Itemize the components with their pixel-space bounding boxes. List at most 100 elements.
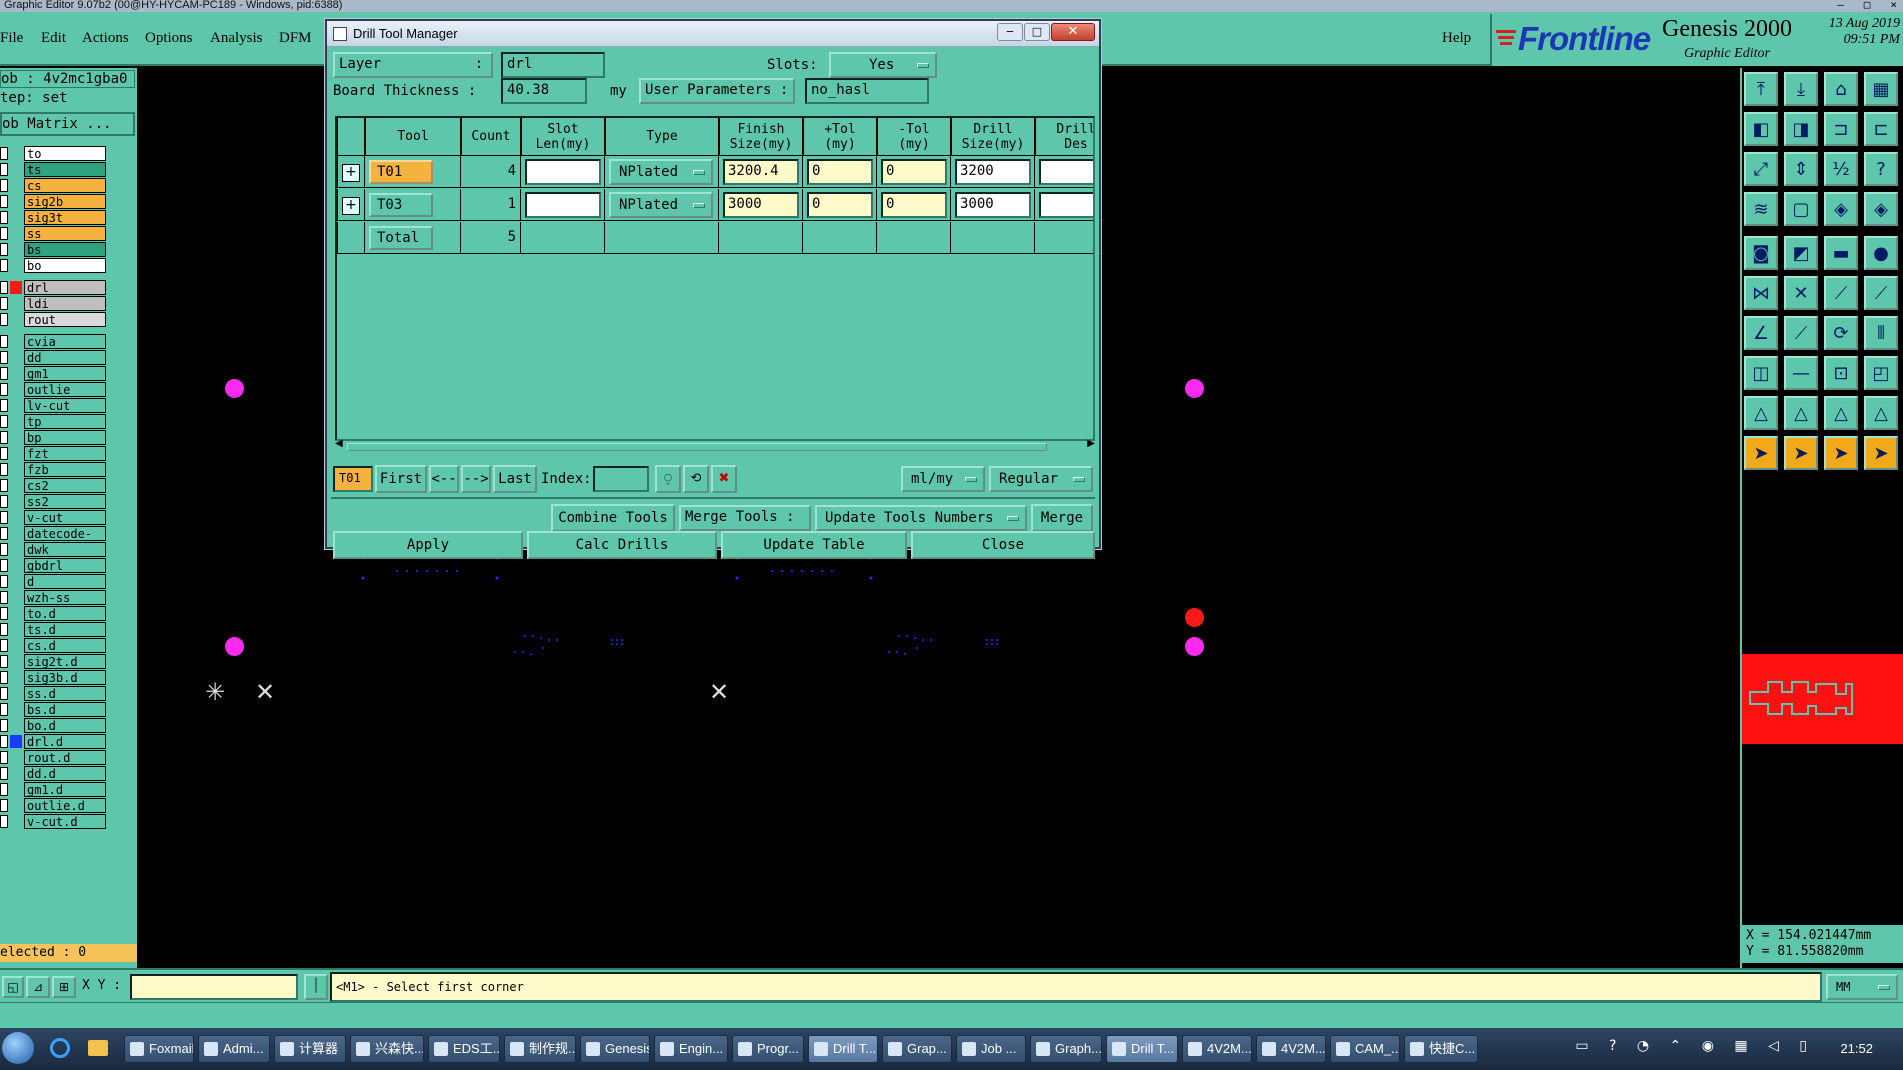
arc-icon[interactable]: ⟋: [1824, 276, 1858, 310]
taskbar-item[interactable]: Drill T...: [1106, 1035, 1178, 1063]
layer-row[interactable]: datecode-ss: [0, 526, 108, 555]
calc-drills-button[interactable]: Calc Drills: [527, 531, 717, 559]
taskbar-item[interactable]: 4V2M...: [1256, 1035, 1326, 1063]
last-button[interactable]: Last: [493, 465, 537, 493]
prev-button[interactable]: <--: [429, 465, 459, 493]
layer-checkbox[interactable]: [0, 367, 8, 380]
layer-row[interactable]: v-cut.d: [0, 814, 108, 829]
layer-checkbox[interactable]: [0, 783, 8, 796]
layer-field[interactable]: drl: [501, 52, 605, 78]
layer-row[interactable]: sig2b: [0, 194, 108, 209]
layer-checkbox[interactable]: [0, 243, 8, 256]
dialog-title-bar[interactable]: Drill Tool Manager: [327, 21, 1099, 47]
rotate-icon[interactable]: ⟳: [1824, 316, 1858, 350]
layer-row[interactable]: ldi: [0, 296, 108, 311]
layer-checkbox[interactable]: [0, 703, 8, 716]
layer-row[interactable]: to.d: [0, 606, 108, 621]
layer-checkbox[interactable]: [0, 671, 8, 684]
taskbar-item[interactable]: CAM_...: [1330, 1035, 1400, 1063]
grid-icon[interactable]: ⊞: [52, 976, 76, 998]
arc-icon[interactable]: ⟋: [1864, 276, 1898, 310]
grid-icon[interactable]: ▦: [1864, 72, 1898, 106]
menu-options[interactable]: Options: [145, 30, 193, 47]
layer-checkbox[interactable]: [0, 623, 8, 636]
layer-checkbox[interactable]: [0, 259, 8, 272]
xy-input[interactable]: [130, 974, 298, 1000]
circle-icon[interactable]: ●: [1864, 236, 1898, 270]
layer-checkbox[interactable]: [0, 431, 8, 444]
select-icon[interactable]: ➤: [1824, 436, 1858, 470]
layer-checkbox[interactable]: [0, 495, 8, 508]
taskbar-item[interactable]: Foxmail: [124, 1035, 194, 1063]
slot-len-input[interactable]: [525, 192, 601, 218]
layer-row[interactable]: lv-cut: [0, 398, 108, 413]
update-table-button[interactable]: Update Table: [721, 531, 907, 559]
taskbar-item[interactable]: Admi...: [198, 1035, 270, 1063]
close-button[interactable]: ×: [1890, 0, 1897, 12]
layer-checkbox[interactable]: [0, 313, 8, 326]
taskbar-item[interactable]: EDS工...: [428, 1035, 500, 1063]
minimap[interactable]: [1742, 654, 1903, 744]
index-input[interactable]: [593, 466, 649, 492]
first-button[interactable]: First: [375, 465, 427, 493]
bracket-icon[interactable]: ⊏: [1864, 112, 1898, 146]
feature-icon[interactable]: ◈: [1864, 192, 1898, 226]
layer-row[interactable]: bs: [0, 242, 108, 257]
measure-icon[interactable]: ⊿: [26, 976, 50, 998]
help-icon[interactable]: ?: [1864, 152, 1898, 186]
layer-checkbox[interactable]: [0, 799, 8, 812]
layer-row[interactable]: bs.d: [0, 702, 108, 717]
layer-checkbox[interactable]: [0, 479, 8, 492]
layer-row[interactable]: tp: [0, 414, 108, 429]
layer-checkbox[interactable]: [0, 163, 8, 176]
expand-icon[interactable]: +: [342, 164, 360, 182]
layer-row[interactable]: d: [0, 574, 108, 589]
layer-row[interactable]: ts: [0, 162, 108, 177]
finish-size-input[interactable]: 3000: [723, 192, 799, 218]
expand-icon[interactable]: +: [342, 197, 360, 215]
split-icon[interactable]: ⫴: [1864, 316, 1898, 350]
layer-checkbox[interactable]: [0, 383, 8, 396]
explorer-icon[interactable]: [88, 1040, 108, 1056]
combine-tools-button[interactable]: Combine Tools: [551, 504, 675, 532]
taskbar-item[interactable]: Graph...: [1030, 1035, 1102, 1063]
layer-row[interactable]: cs2: [0, 478, 108, 493]
layer-checkbox[interactable]: [0, 751, 8, 764]
layer-checkbox[interactable]: [0, 559, 8, 572]
scrollbar-thumb[interactable]: [347, 443, 1047, 451]
plus-tol-input[interactable]: 0: [807, 192, 873, 218]
layer-row[interactable]: rout: [0, 312, 108, 327]
taskbar-item[interactable]: Genesis: [580, 1035, 650, 1063]
finish-size-input[interactable]: 3200.4: [723, 159, 799, 185]
type-select[interactable]: NPlated: [609, 192, 713, 218]
drill-size-input[interactable]: 3200: [955, 159, 1031, 185]
layer-row[interactable]: sig3t: [0, 210, 108, 225]
layer-row[interactable]: dd.d: [0, 766, 108, 781]
menu-dfm[interactable]: DFM: [279, 30, 312, 47]
layer-row[interactable]: cs.d: [0, 638, 108, 653]
fit-icon[interactable]: ⤢: [1744, 152, 1778, 186]
layer-row[interactable]: dwk: [0, 542, 108, 557]
tool-button[interactable]: T03: [369, 193, 433, 217]
menu-analysis[interactable]: Analysis: [210, 30, 263, 47]
layer-checkbox[interactable]: [0, 351, 8, 364]
layer-row[interactable]: gm1: [0, 366, 108, 381]
taskbar-item[interactable]: Engin...: [654, 1035, 728, 1063]
layer-row[interactable]: v-cut: [0, 510, 108, 525]
group-icon[interactable]: ◰: [1864, 356, 1898, 390]
layers-icon[interactable]: ≋: [1744, 192, 1778, 226]
layer-checkbox[interactable]: [0, 147, 8, 160]
layer-checkbox[interactable]: [0, 591, 8, 604]
unit-select[interactable]: ml/my: [901, 466, 985, 492]
drill-des-input[interactable]: [1039, 159, 1093, 185]
slot-len-input[interactable]: [525, 159, 601, 185]
scroll-right-icon[interactable]: ▶: [1087, 438, 1095, 449]
drill-des-input[interactable]: [1039, 192, 1093, 218]
ie-icon[interactable]: [50, 1038, 70, 1058]
minus-tol-input[interactable]: 0: [881, 192, 947, 218]
snap-icon[interactable]: ◱: [2, 976, 24, 998]
layer-row[interactable]: outlie: [0, 382, 108, 397]
dialog-minimize-button[interactable]: ‒: [997, 23, 1023, 41]
layer-row[interactable]: cvia: [0, 334, 108, 349]
layer-checkbox[interactable]: [0, 227, 8, 240]
